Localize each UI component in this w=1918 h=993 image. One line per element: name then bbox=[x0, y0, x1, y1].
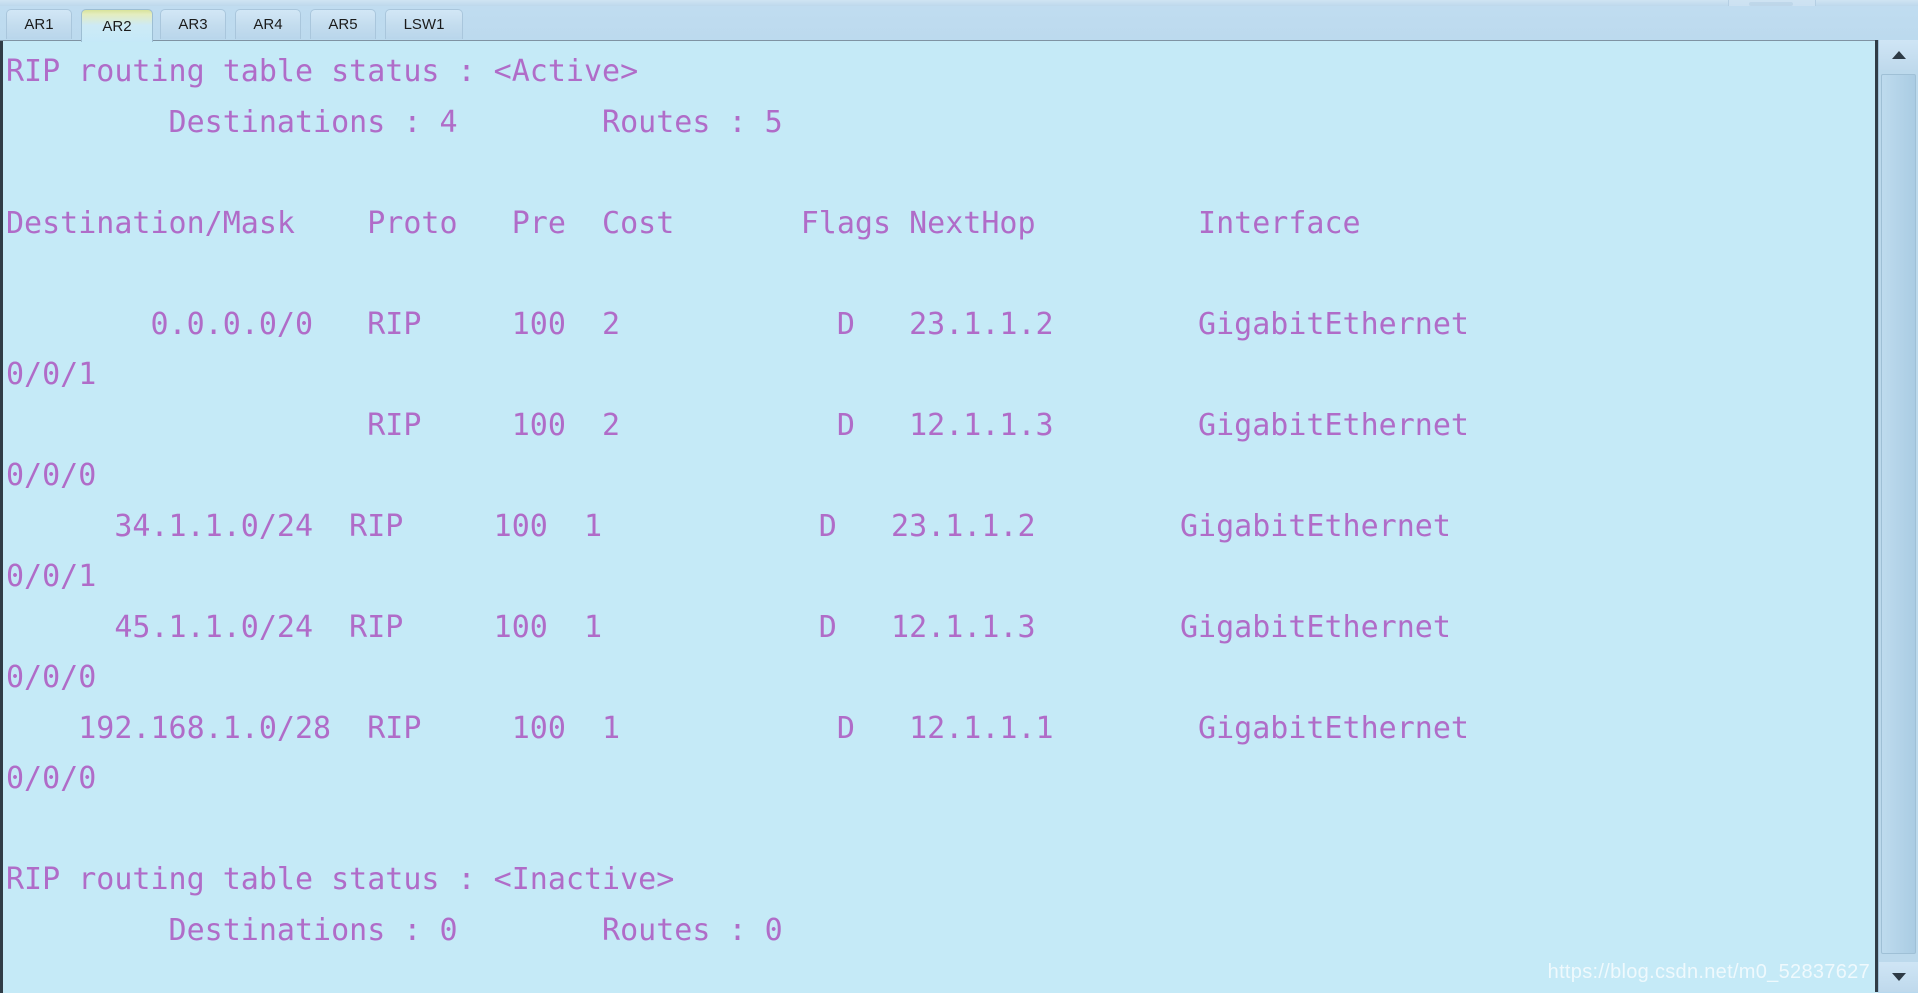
terminal-line: RIP routing table status : <Inactive> bbox=[6, 862, 675, 897]
terminal-line: 0.0.0.0/0 RIP 100 2 D 23.1.1.2 GigabitEt… bbox=[6, 306, 1469, 342]
tab-ar4[interactable]: AR4 bbox=[235, 9, 301, 39]
terminal-line: 0/0/1 bbox=[6, 559, 97, 594]
terminal-line: 34.1.1.0/24 RIP 100 1 D 23.1.1.2 Gigabit… bbox=[6, 508, 1451, 544]
terminal-line: Destination/Mask Proto Pre Cost Flags Ne… bbox=[6, 205, 1361, 241]
terminal-line: Destinations : 0 Routes : 0 bbox=[6, 912, 783, 948]
terminal-line: 45.1.1.0/24 RIP 100 1 D 12.1.1.3 Gigabit… bbox=[6, 609, 1451, 645]
tab-label: AR3 bbox=[178, 16, 208, 33]
terminal-line: 192.168.1.0/28 RIP 100 1 D 12.1.1.1 Giga… bbox=[6, 710, 1469, 746]
tab-label: AR5 bbox=[328, 16, 358, 33]
scroll-up-icon bbox=[1891, 51, 1906, 59]
scrollbar-thumb[interactable] bbox=[1881, 74, 1916, 954]
terminal-output[interactable]: RIP routing table status : <Active> Dest… bbox=[3, 41, 1878, 993]
terminal-line: RIP routing table status : <Active> bbox=[6, 54, 639, 89]
scroll-up-button[interactable] bbox=[1879, 40, 1918, 70]
tab-label: AR4 bbox=[253, 16, 283, 33]
terminal-line: Destinations : 4 Routes : 5 bbox=[6, 104, 783, 140]
tab-ar2[interactable]: AR2 bbox=[81, 9, 153, 42]
tab-label: LSW1 bbox=[403, 16, 445, 33]
device-tab-bar: AR1 AR2 AR3 AR4 AR5 LSW1 bbox=[0, 6, 1918, 42]
scroll-down-button[interactable] bbox=[1879, 962, 1918, 992]
terminal-line: 0/0/0 bbox=[6, 761, 97, 796]
tab-ar1[interactable]: AR1 bbox=[6, 9, 72, 39]
tab-ar3[interactable]: AR3 bbox=[160, 9, 226, 39]
terminal-line: 0/0/1 bbox=[6, 357, 97, 392]
tab-lsw1[interactable]: LSW1 bbox=[385, 9, 463, 39]
ensp-cli-window: AR1 AR2 AR3 AR4 AR5 LSW1 RIP routing tab… bbox=[0, 0, 1918, 993]
tab-label: AR1 bbox=[24, 16, 54, 33]
tab-label: AR2 bbox=[102, 17, 132, 35]
terminal-line: RIP 100 2 D 12.1.1.3 GigabitEthernet bbox=[6, 407, 1469, 443]
terminal-line: 0/0/0 bbox=[6, 458, 97, 493]
terminal-scrollbar[interactable] bbox=[1878, 40, 1918, 992]
terminal-panel: RIP routing table status : <Active> Dest… bbox=[0, 40, 1918, 993]
scroll-down-icon bbox=[1891, 973, 1906, 981]
terminal-line: 0/0/0 bbox=[6, 660, 97, 695]
tab-ar5[interactable]: AR5 bbox=[310, 9, 376, 39]
